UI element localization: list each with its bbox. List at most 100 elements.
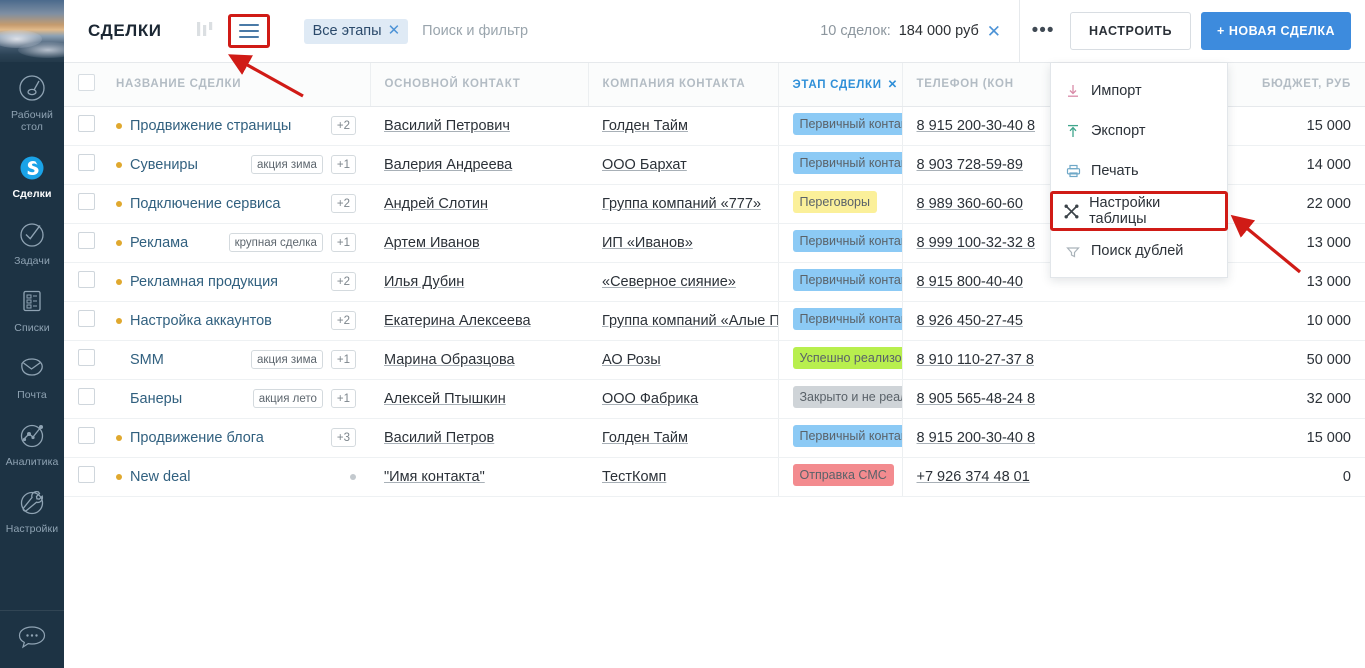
row-checkbox[interactable]: [78, 349, 95, 366]
sidebar-item-analytics[interactable]: Аналитика: [0, 409, 64, 476]
stage-badge[interactable]: Успешно реализов: [792, 346, 901, 369]
contact-link[interactable]: Валерия Андреева: [384, 157, 512, 173]
stage-badge[interactable]: Первичный контак: [792, 151, 901, 174]
company-link[interactable]: ООО Бархат: [602, 157, 687, 173]
stage-badge[interactable]: Первичный контак: [792, 112, 901, 135]
cell-main-contact[interactable]: Андрей Слотин: [370, 184, 588, 224]
cell-deal-stage[interactable]: Первичный контак: [777, 418, 903, 458]
menu-item-duplicate-search[interactable]: Поиск дублей: [1051, 231, 1227, 271]
phone-link[interactable]: 8 989 360-60-60: [917, 196, 1023, 212]
row-checkbox[interactable]: [78, 466, 95, 483]
close-icon[interactable]: ✕: [888, 79, 898, 91]
cell-phone[interactable]: 8 915 200-30-40 8: [902, 418, 1204, 458]
new-deal-button[interactable]: + НОВАЯ СДЕЛКА: [1201, 12, 1351, 50]
company-link[interactable]: «Северное сияние»: [602, 274, 736, 290]
cell-deal-stage[interactable]: Переговоры: [777, 184, 903, 224]
cell-deal-stage[interactable]: Первичный контак: [777, 223, 903, 263]
cell-deal-stage[interactable]: Отправка СМС: [777, 457, 903, 497]
cell-phone[interactable]: 8 905 565-48-24 8: [902, 379, 1204, 419]
row-checkbox[interactable]: [78, 388, 95, 405]
configure-button[interactable]: НАСТРОИТЬ: [1070, 12, 1192, 50]
cell-contact-company[interactable]: Голден Тайм: [588, 418, 778, 458]
row-checkbox[interactable]: [78, 427, 95, 444]
cell-main-contact[interactable]: Марина Образцова: [370, 340, 588, 380]
cell-main-contact[interactable]: "Имя контакта": [370, 457, 588, 497]
deal-name-link[interactable]: Рекламная продукция: [130, 274, 278, 290]
cell-phone[interactable]: 8 910 110-27-37 8: [902, 340, 1204, 380]
cell-contact-company[interactable]: АО Розы: [588, 340, 778, 380]
column-header-deal-stage[interactable]: ЭТАП СДЕЛКИ ✕: [778, 63, 903, 107]
table-row[interactable]: Продвижение блога +3 Василий Петров Голден …: [64, 418, 1365, 458]
contact-link[interactable]: Василий Петров: [384, 430, 494, 446]
row-checkbox[interactable]: [78, 232, 95, 249]
column-header-deal-name[interactable]: НАЗВАНИЕ СДЕЛКИ: [102, 63, 371, 107]
phone-link[interactable]: 8 910 110-27-37 8: [917, 352, 1034, 368]
phone-link[interactable]: 8 915 200-30-40 8: [917, 118, 1036, 134]
company-link[interactable]: ООО Фабрика: [602, 391, 698, 407]
cell-deal-name[interactable]: Сувениры акция зима +1: [102, 145, 370, 185]
deal-name-link[interactable]: Продвижение страницы: [130, 118, 291, 134]
search-input[interactable]: Поиск и фильтр: [422, 23, 528, 39]
table-row[interactable]: Настройка аккаунтов +2 Екатерина Алексеева…: [64, 301, 1365, 341]
row-select-cell[interactable]: [64, 184, 102, 224]
cell-deal-name[interactable]: Продвижение блога +3: [102, 418, 370, 458]
row-select-cell[interactable]: [64, 379, 102, 419]
deal-name-link[interactable]: Банеры: [130, 391, 182, 407]
table-row[interactable]: Банеры акция лето +1 Алексей Птышкин ООО Фаб…: [64, 379, 1365, 419]
deal-tag-count[interactable]: +1: [330, 233, 356, 252]
row-select-cell[interactable]: [64, 106, 102, 146]
cell-deal-name[interactable]: New deal: [102, 457, 370, 497]
cell-deal-stage[interactable]: Закрыто и не реал: [777, 379, 903, 419]
menu-item-print[interactable]: Печать: [1051, 151, 1227, 191]
phone-link[interactable]: +7 926 374 48 01: [917, 469, 1030, 485]
deal-tag-count[interactable]: +3: [330, 428, 356, 447]
deal-name-link[interactable]: Реклама: [130, 235, 188, 251]
row-select-cell[interactable]: [64, 223, 102, 263]
cell-main-contact[interactable]: Екатерина Алексеева: [370, 301, 588, 341]
column-header-contact-company[interactable]: КОМПАНИЯ КОНТАКТА: [588, 63, 779, 107]
stage-badge[interactable]: Первичный контак: [792, 229, 901, 252]
company-link[interactable]: Голден Тайм: [602, 118, 688, 134]
sidebar-item-settings[interactable]: Настройки: [0, 476, 64, 543]
cell-contact-company[interactable]: Группа компаний «Алые П: [588, 301, 778, 341]
row-select-cell[interactable]: [64, 340, 102, 380]
cell-main-contact[interactable]: Илья Дубин: [370, 262, 588, 302]
company-link[interactable]: АО Розы: [602, 352, 661, 368]
sidebar-item-deals[interactable]: Сделки: [0, 141, 64, 208]
column-header-main-contact[interactable]: ОСНОВНОЙ КОНТАКТ: [370, 63, 589, 107]
phone-link[interactable]: 8 999 100-32-32 8: [917, 235, 1036, 251]
cell-deal-name[interactable]: SMM акция зима +1: [102, 340, 370, 380]
row-checkbox[interactable]: [78, 115, 95, 132]
deal-name-link[interactable]: Продвижение блога: [130, 430, 264, 446]
deal-name-link[interactable]: Подключение сервиса: [130, 196, 280, 212]
table-row[interactable]: New deal "Имя контакта" ТестКомп Отправка С…: [64, 457, 1365, 497]
cell-deal-name[interactable]: Банеры акция лето +1: [102, 379, 370, 419]
row-select-cell[interactable]: [64, 145, 102, 185]
cell-deal-stage[interactable]: Первичный контак: [777, 262, 903, 302]
select-all-header[interactable]: [64, 63, 102, 107]
cell-contact-company[interactable]: ТестКомп: [588, 457, 778, 497]
row-checkbox[interactable]: [78, 154, 95, 171]
stage-badge[interactable]: Закрыто и не реал: [792, 385, 901, 408]
deal-tag-count[interactable]: +1: [330, 389, 356, 408]
close-icon[interactable]: ✕: [987, 23, 1001, 40]
cell-deal-stage[interactable]: Первичный контак: [777, 106, 903, 146]
row-select-cell[interactable]: [64, 457, 102, 497]
phone-link[interactable]: 8 915 800-40-40: [917, 274, 1023, 290]
cell-deal-name[interactable]: Продвижение страницы +2: [102, 106, 370, 146]
company-link[interactable]: ИП «Иванов»: [602, 235, 693, 251]
company-link[interactable]: Группа компаний «Алые П: [602, 313, 778, 329]
list-view-button[interactable]: [227, 14, 270, 48]
close-icon[interactable]: ✕: [388, 23, 401, 38]
cell-phone[interactable]: 8 926 450-27-45: [902, 301, 1204, 341]
contact-link[interactable]: "Имя контакта": [384, 469, 485, 485]
cell-main-contact[interactable]: Алексей Птышкин: [370, 379, 588, 419]
contact-link[interactable]: Артем Иванов: [384, 235, 480, 251]
deal-tag-count[interactable]: +1: [330, 155, 356, 174]
cell-deal-stage[interactable]: Успешно реализов: [777, 340, 903, 380]
table-row[interactable]: SMM акция зима +1 Марина Образцова АО Розы Ус…: [64, 340, 1365, 380]
cell-contact-company[interactable]: ИП «Иванов»: [588, 223, 778, 263]
stage-badge[interactable]: Первичный контак: [792, 424, 901, 447]
cell-main-contact[interactable]: Валерия Андреева: [370, 145, 588, 185]
cell-main-contact[interactable]: Артем Иванов: [370, 223, 588, 263]
